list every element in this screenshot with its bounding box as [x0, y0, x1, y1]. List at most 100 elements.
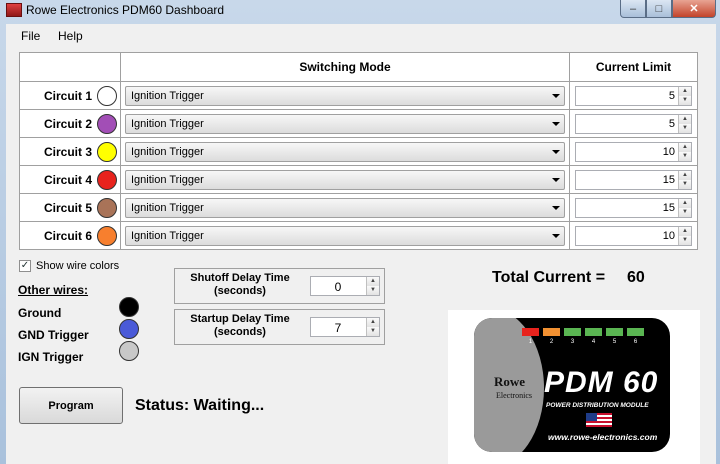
circuit-color-dot	[97, 197, 117, 218]
current-limit-value: 15	[662, 173, 675, 186]
circuit-row: Circuit 4 Ignition Trigger 15 ▲ ▼	[19, 165, 698, 194]
pdm60-logo: 1 2 3 4 5 6 Rowe Electronics PDM 60 POWER DIS…	[448, 310, 700, 464]
current-limit-cell: 10 ▲ ▼	[569, 221, 698, 250]
current-limit-header[interactable]: Current Limit	[569, 52, 698, 82]
dropdown-arrow-icon	[552, 177, 560, 182]
shutoff-delay-label: Shutoff Delay Time (seconds)	[175, 272, 305, 298]
menu-help[interactable]: Help	[58, 29, 83, 43]
circuit-row-header[interactable]: Circuit 5	[19, 193, 121, 222]
switching-mode-header[interactable]: Switching Mode	[120, 52, 570, 82]
circuit-row-header[interactable]: Circuit 4	[19, 165, 121, 194]
spin-up-icon[interactable]: ▲	[367, 277, 379, 286]
spin-up-icon[interactable]: ▲	[679, 226, 691, 236]
circuit-row-header[interactable]: Circuit 2	[19, 109, 121, 138]
shutoff-delay-label-line2: (seconds)	[214, 285, 266, 297]
led-number: 3	[570, 339, 575, 345]
startup-delay-value: 7	[334, 321, 342, 335]
wire-label-ground: Ground	[18, 306, 62, 320]
status-text: Status: Waiting...	[135, 397, 265, 414]
spin-down-icon[interactable]: ▼	[679, 151, 691, 161]
title-bar[interactable]: Rowe Electronics PDM60 Dashboard – □ ✕	[0, 0, 720, 22]
current-limit-cell: 5 ▲ ▼	[569, 109, 698, 138]
circuit-label: Circuit 4	[43, 172, 92, 187]
spin-up-icon[interactable]: ▲	[679, 114, 691, 124]
switching-mode-dropdown[interactable]: Ignition Trigger	[125, 113, 565, 134]
dropdown-arrow-icon	[552, 233, 560, 238]
current-limit-value: 15	[662, 201, 675, 214]
spin-down-icon[interactable]: ▼	[679, 95, 691, 105]
spin-up-icon[interactable]: ▲	[679, 198, 691, 208]
switching-mode-cell: Ignition Trigger	[120, 81, 570, 110]
spin-up-icon[interactable]: ▲	[679, 170, 691, 180]
spin-down-icon[interactable]: ▼	[679, 235, 691, 245]
close-button[interactable]: ✕	[672, 0, 716, 18]
switching-mode-dropdown[interactable]: Ignition Trigger	[125, 85, 565, 106]
other-wires-title: Other wires:	[18, 283, 89, 297]
spinner: ▲ ▼	[678, 86, 691, 105]
switching-mode-cell: Ignition Trigger	[120, 109, 570, 138]
current-limit-stepper[interactable]: 10 ▲ ▼	[575, 225, 692, 246]
current-limit-stepper[interactable]: 15 ▲ ▼	[575, 197, 692, 218]
close-icon: ✕	[689, 3, 699, 15]
spinner: ▲ ▼	[678, 198, 691, 217]
product-subtitle: POWER DISTRIBUTION MODULE	[546, 402, 649, 409]
dropdown-arrow-icon	[552, 93, 560, 98]
switching-mode-cell: Ignition Trigger	[120, 221, 570, 250]
spin-up-icon[interactable]: ▲	[367, 318, 379, 327]
circuit-row-header[interactable]: Circuit 3	[19, 137, 121, 166]
switching-mode-value: Ignition Trigger	[131, 201, 204, 214]
spin-up-icon[interactable]: ▲	[679, 142, 691, 152]
app-icon	[6, 3, 22, 17]
led-indicator	[522, 328, 539, 336]
spinner: ▲ ▼	[366, 318, 379, 336]
startup-delay-label-line1: Startup Delay Time	[190, 313, 290, 325]
led-indicator	[585, 328, 602, 336]
led-number: 4	[591, 339, 596, 345]
switching-mode-dropdown[interactable]: Ignition Trigger	[125, 141, 565, 162]
switching-mode-value: Ignition Trigger	[131, 173, 204, 186]
spin-up-icon[interactable]: ▲	[679, 86, 691, 96]
spin-down-icon[interactable]: ▼	[679, 179, 691, 189]
switching-mode-dropdown[interactable]: Ignition Trigger	[125, 169, 565, 190]
current-limit-stepper[interactable]: 5 ▲ ▼	[575, 113, 692, 134]
circuit-row: Circuit 1 Ignition Trigger 5 ▲ ▼	[19, 81, 698, 110]
current-limit-stepper[interactable]: 10 ▲ ▼	[575, 141, 692, 162]
maximize-icon: □	[655, 2, 663, 15]
shutoff-delay-stepper[interactable]: 0 ▲ ▼	[310, 276, 380, 296]
wire-dot-gnd-trigger	[119, 319, 139, 339]
spin-down-icon[interactable]: ▼	[679, 207, 691, 217]
current-limit-value: 10	[662, 145, 675, 158]
spin-down-icon[interactable]: ▼	[367, 286, 379, 295]
minimize-button[interactable]: –	[620, 0, 646, 18]
spin-down-icon[interactable]: ▼	[367, 327, 379, 336]
current-limit-cell: 15 ▲ ▼	[569, 165, 698, 194]
switching-mode-dropdown[interactable]: Ignition Trigger	[125, 225, 565, 246]
current-limit-stepper[interactable]: 15 ▲ ▼	[575, 169, 692, 190]
led-indicator	[627, 328, 644, 336]
spinner: ▲ ▼	[678, 170, 691, 189]
current-limit-cell: 15 ▲ ▼	[569, 193, 698, 222]
circuit-row-header[interactable]: Circuit 6	[19, 221, 121, 250]
current-limit-stepper[interactable]: 5 ▲ ▼	[575, 85, 692, 106]
spinner: ▲ ▼	[678, 226, 691, 245]
app-window: Rowe Electronics PDM60 Dashboard – □ ✕ F…	[0, 0, 720, 464]
window-title: Rowe Electronics PDM60 Dashboard	[26, 3, 225, 17]
show-wire-colors-checkbox[interactable]: ✓ Show wire colors	[19, 260, 119, 272]
spin-down-icon[interactable]: ▼	[679, 123, 691, 133]
menu-file[interactable]: File	[21, 29, 40, 43]
spinner: ▲ ▼	[678, 142, 691, 161]
startup-delay-stepper[interactable]: 7 ▲ ▼	[310, 317, 380, 337]
program-button[interactable]: Program	[19, 387, 123, 424]
circuit-label: Circuit 2	[43, 116, 92, 131]
maximize-button[interactable]: □	[646, 0, 672, 18]
led-indicator	[606, 328, 623, 336]
checkbox-check-icon[interactable]: ✓	[19, 260, 31, 272]
logo-card: 1 2 3 4 5 6 Rowe Electronics PDM 60 POWER DIS…	[474, 318, 670, 452]
circuit-label: Circuit 5	[43, 200, 92, 215]
startup-delay-label-line2: (seconds)	[214, 326, 266, 338]
wire-label-ign-trigger: IGN Trigger	[18, 350, 84, 364]
switching-mode-dropdown[interactable]: Ignition Trigger	[125, 197, 565, 218]
program-button-label: Program	[48, 399, 94, 412]
circuit-row-header[interactable]: Circuit 1	[19, 81, 121, 110]
shutoff-delay-panel: Shutoff Delay Time (seconds) 0 ▲ ▼	[174, 268, 385, 304]
